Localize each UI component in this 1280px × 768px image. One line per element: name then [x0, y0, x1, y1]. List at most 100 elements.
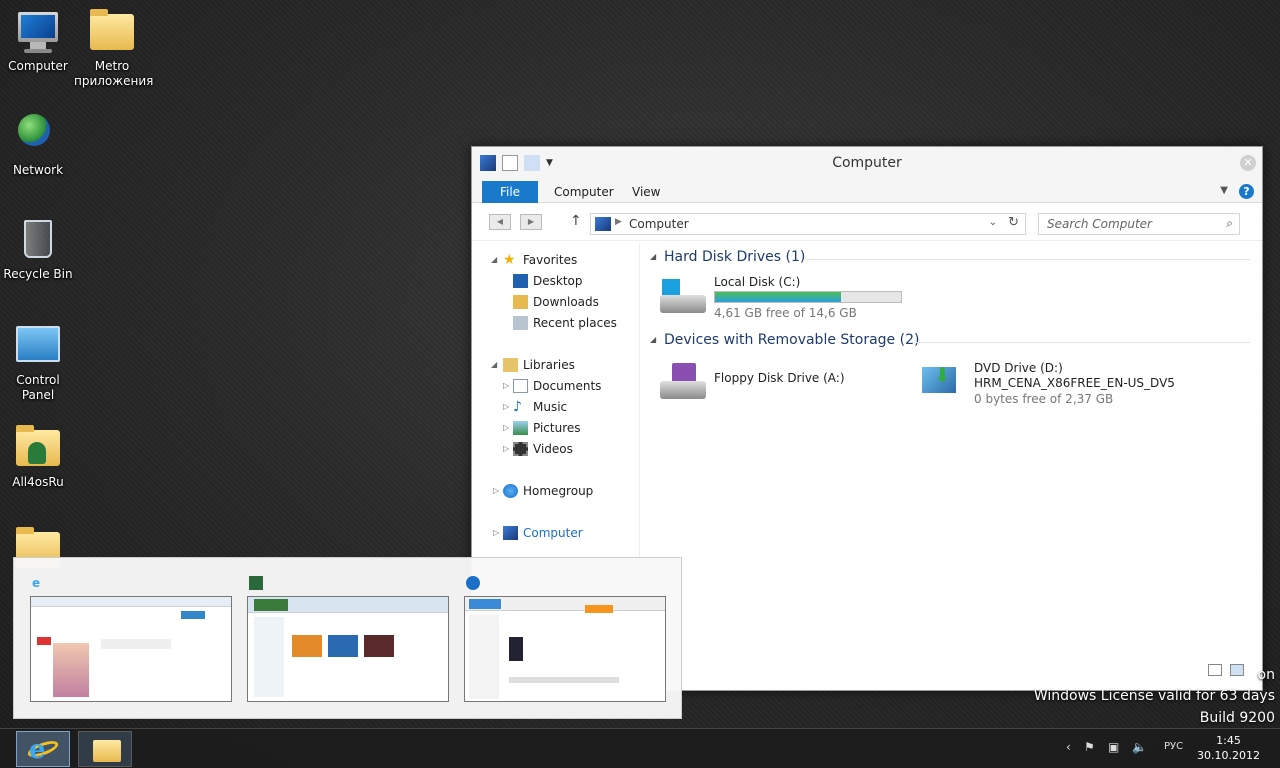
watermark-license: Windows License valid for 63 days: [1033, 688, 1275, 704]
drive-free-space: 0 bytes free of 2,37 GB: [974, 392, 1114, 406]
clock-time: 1:45: [1216, 734, 1241, 747]
title-bar[interactable]: ▼ Computer ✕: [472, 147, 1262, 181]
collapse-arrow-icon[interactable]: ◢: [650, 252, 656, 261]
group-divider: [806, 259, 1250, 260]
computer-icon: [14, 8, 62, 56]
expand-arrow-icon[interactable]: ▷: [493, 524, 499, 542]
recycle-bin-icon: [14, 216, 62, 264]
flag-icon[interactable]: ⚑: [1084, 740, 1095, 754]
downloads-icon: [513, 295, 528, 309]
expand-arrow-icon[interactable]: ▷: [503, 419, 509, 437]
network-icon: [14, 112, 62, 160]
desktop-icon-metro-apps[interactable]: Metro приложения: [74, 8, 153, 89]
documents-icon: [513, 379, 528, 393]
taskbar-explorer-button[interactable]: [78, 731, 132, 767]
large-icons-view-icon[interactable]: [1230, 664, 1244, 676]
group-title: Devices with Removable Storage (2): [664, 332, 920, 348]
taskbar: e ‹ ⚑ ▣ 🔈 РУС 1:45 30.10.2012: [0, 728, 1280, 768]
chevron-down-icon[interactable]: ⌄: [989, 217, 997, 228]
nav-homegroup[interactable]: ▷ Homegroup: [493, 482, 593, 500]
network-icon[interactable]: ▣: [1108, 740, 1119, 754]
back-button[interactable]: ◀: [489, 214, 511, 230]
collapse-arrow-icon[interactable]: ◢: [650, 335, 656, 344]
ie-icon: e: [29, 735, 46, 765]
homegroup-icon: [503, 484, 518, 498]
search-placeholder: Search Computer: [1047, 217, 1152, 231]
drive-name: DVD Drive (D:): [974, 361, 1063, 375]
address-bar[interactable]: ▶ Computer ⌄ ↻: [590, 213, 1026, 235]
tab-computer[interactable]: Computer: [542, 181, 626, 203]
nav-label: Desktop: [533, 274, 583, 288]
collapse-arrow-icon[interactable]: ◢: [491, 356, 497, 374]
thumbnail-window-3[interactable]: [462, 572, 666, 704]
thumbnail-window-2[interactable]: [245, 572, 449, 704]
volume-icon[interactable]: 🔈: [1132, 740, 1147, 754]
nav-pictures[interactable]: ▷ Pictures: [503, 419, 581, 437]
watermark-partial: on: [1257, 667, 1275, 683]
group-header-hard-disk-drives[interactable]: ◢ Hard Disk Drives (1): [650, 249, 805, 265]
computer-icon: [595, 217, 611, 231]
desktop-icon-label: All4osRu: [12, 475, 64, 489]
desktop-icon-network[interactable]: Network: [0, 112, 76, 178]
details-view-icon[interactable]: [1208, 664, 1222, 676]
music-icon: ♪: [513, 399, 522, 415]
ie-icon: e: [32, 576, 41, 590]
computer-icon: [503, 526, 518, 540]
close-button[interactable]: ✕: [1240, 155, 1256, 171]
expand-arrow-icon[interactable]: ▷: [503, 398, 509, 416]
help-button[interactable]: ?: [1239, 184, 1254, 199]
search-icon[interactable]: ⌕: [1226, 216, 1233, 231]
thumbnail-image: [247, 596, 449, 702]
tab-file[interactable]: File: [482, 181, 538, 203]
nav-label: Downloads: [533, 295, 599, 309]
desktop-icon-control-panel[interactable]: Control Panel: [0, 322, 76, 403]
forward-button[interactable]: ▶: [520, 214, 542, 230]
nav-desktop[interactable]: Desktop: [513, 272, 583, 290]
nav-label: Videos: [533, 442, 573, 456]
nav-computer[interactable]: ▷ Computer: [493, 524, 583, 542]
nav-music[interactable]: ▷ ♪ Music: [503, 398, 567, 416]
desktop-icon-recycle-bin[interactable]: Recycle Bin: [0, 216, 76, 282]
dvd-drive-icon: ⬇: [920, 361, 968, 403]
content-pane[interactable]: ◢ Hard Disk Drives (1) Local Disk (C:) 4…: [640, 243, 1262, 690]
expand-arrow-icon[interactable]: ▷: [493, 482, 499, 500]
taskbar-ie-button[interactable]: e: [16, 731, 70, 767]
desktop-icon-label: Recycle Bin: [3, 267, 73, 281]
thumbnail-window-1[interactable]: e: [28, 572, 232, 704]
search-input[interactable]: Search Computer ⌕: [1038, 213, 1240, 235]
group-divider: [910, 342, 1250, 343]
breadcrumb[interactable]: Computer: [629, 217, 689, 231]
nav-favorites[interactable]: ◢ ★ Favorites: [491, 251, 577, 269]
expand-arrow-icon[interactable]: ▷: [503, 440, 509, 458]
desktop-icon-computer[interactable]: Computer: [0, 8, 76, 74]
drive-volume-label: HRM_CENA_X86FREE_EN-US_DV5: [974, 376, 1175, 390]
nav-documents[interactable]: ▷ Documents: [503, 377, 601, 395]
expand-arrow-icon[interactable]: ▷: [503, 377, 509, 395]
nav-libraries[interactable]: ◢ Libraries: [491, 356, 575, 374]
language-indicator[interactable]: РУС: [1164, 741, 1183, 752]
nav-videos[interactable]: ▷ Videos: [503, 440, 573, 458]
navigation-bar: ◀ ▶ ↑ ▶ Computer ⌄ ↻ Search Computer ⌕: [472, 203, 1262, 241]
folder-shortcut-icon: [88, 8, 136, 56]
floppy-drive-icon: [660, 363, 708, 405]
desktop-icon-all4osru[interactable]: All4osRu: [0, 424, 76, 490]
nav-recent-places[interactable]: Recent places: [513, 314, 617, 332]
up-button[interactable]: ↑: [570, 213, 582, 229]
refresh-button[interactable]: ↻: [1008, 215, 1019, 230]
tab-view[interactable]: View: [620, 181, 672, 203]
clock[interactable]: 1:45 30.10.2012: [1197, 733, 1260, 763]
group-header-removable-storage[interactable]: ◢ Devices with Removable Storage (2): [650, 332, 920, 348]
nav-downloads[interactable]: Downloads: [513, 293, 599, 311]
collapse-arrow-icon[interactable]: ◢: [491, 251, 497, 269]
system-tray: ‹ ⚑ ▣ 🔈 РУС 1:45 30.10.2012: [1060, 729, 1280, 768]
breadcrumb-separator-icon[interactable]: ▶: [615, 217, 622, 227]
drive-name: Local Disk (C:): [714, 275, 801, 289]
expand-ribbon-icon[interactable]: ▼: [1220, 185, 1228, 196]
folder-icon: [93, 740, 121, 762]
show-hidden-icons-icon[interactable]: ‹: [1066, 740, 1071, 754]
desktop-icon-label: Control Panel: [16, 373, 60, 402]
desktop-icon-label: Network: [12, 163, 64, 177]
desktop-icon-label: Computer: [8, 59, 68, 73]
thumbnail-image: [30, 596, 232, 702]
disk-usage-bar: [714, 291, 902, 303]
